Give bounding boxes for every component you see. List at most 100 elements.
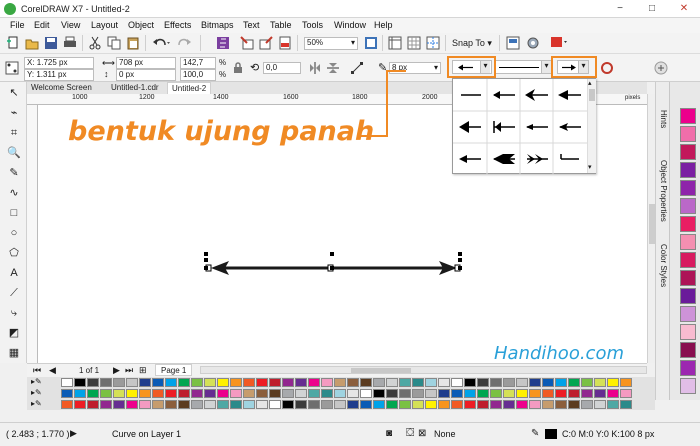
color-swatch[interactable] (113, 378, 125, 387)
export-icon[interactable] (259, 36, 273, 50)
quick-customize-icon[interactable] (654, 61, 668, 75)
canvas-horizontal-scrollbar[interactable] (200, 366, 647, 374)
color-swatch[interactable] (555, 378, 567, 387)
color-swatch[interactable] (680, 180, 696, 196)
color-swatch[interactable] (594, 378, 606, 387)
color-swatch[interactable] (680, 126, 696, 142)
last-page-icon[interactable]: ⏭ (125, 365, 133, 376)
scroll-thumb[interactable] (351, 368, 411, 373)
color-swatch[interactable] (425, 378, 437, 387)
transparency-tool-icon[interactable]: ▦ (7, 346, 21, 360)
color-swatch[interactable] (594, 400, 606, 409)
color-swatch[interactable] (373, 400, 385, 409)
color-swatch[interactable] (295, 378, 307, 387)
ellipse-tool-icon[interactable]: ○ (7, 226, 21, 240)
color-swatch[interactable] (191, 400, 203, 409)
color-swatch[interactable] (399, 400, 411, 409)
color-swatch[interactable] (295, 389, 307, 398)
menu-help[interactable]: Help (374, 20, 393, 30)
color-swatch[interactable] (529, 389, 541, 398)
color-swatch[interactable] (555, 400, 567, 409)
color-swatch[interactable] (126, 389, 138, 398)
color-swatch[interactable] (152, 389, 164, 398)
color-swatch[interactable] (412, 389, 424, 398)
color-swatch[interactable] (680, 270, 696, 286)
color-swatch[interactable] (477, 389, 489, 398)
color-swatch[interactable] (464, 378, 476, 387)
color-swatch[interactable] (217, 389, 229, 398)
color-swatch[interactable] (680, 342, 696, 358)
color-swatch[interactable] (165, 400, 177, 409)
color-swatch[interactable] (152, 400, 164, 409)
color-swatch[interactable] (542, 378, 554, 387)
scroll-up-icon[interactable]: ▴ (588, 79, 592, 87)
scale-height-field[interactable]: 100,0 (180, 69, 216, 81)
scale-width-field[interactable]: 142,7 (180, 57, 216, 69)
color-swatch[interactable] (87, 389, 99, 398)
color-swatch[interactable] (680, 234, 696, 250)
object-origin-icon[interactable] (5, 61, 19, 75)
snap-to-dropdown[interactable]: Snap To ▾ (452, 38, 492, 49)
menu-effects[interactable]: Effects (164, 20, 191, 30)
color-swatch[interactable] (386, 378, 398, 387)
crop-tool-icon[interactable]: ⌗ (7, 126, 21, 140)
tab-untitled-2[interactable]: Untitled-2 (167, 82, 212, 94)
color-swatch[interactable] (399, 389, 411, 398)
save-icon[interactable] (44, 36, 58, 50)
color-swatch[interactable] (581, 400, 593, 409)
color-swatch[interactable] (373, 389, 385, 398)
zoom-tool-icon[interactable]: 🔍 (7, 146, 21, 160)
new-document-icon[interactable] (6, 36, 20, 50)
color-swatch[interactable] (680, 216, 696, 232)
color-swatch[interactable] (477, 400, 489, 409)
color-swatch[interactable] (516, 400, 528, 409)
color-swatch[interactable] (620, 400, 632, 409)
color-swatch[interactable] (178, 389, 190, 398)
artistic-media-tool-icon[interactable]: ∿ (7, 186, 21, 200)
maximize-button[interactable]: □ (636, 0, 668, 18)
color-swatch[interactable] (204, 378, 216, 387)
tab-welcome-screen[interactable]: Welcome Screen (27, 82, 96, 94)
color-swatch[interactable] (308, 400, 320, 409)
color-swatch[interactable] (516, 389, 528, 398)
color-swatch[interactable] (61, 378, 73, 387)
selection-handles[interactable] (204, 252, 464, 286)
color-swatch[interactable] (360, 378, 372, 387)
menu-object[interactable]: Object (128, 20, 154, 30)
color-swatch[interactable] (680, 198, 696, 214)
color-swatch[interactable] (680, 378, 696, 394)
color-swatch[interactable] (269, 400, 281, 409)
play-icon[interactable]: ▶ (70, 428, 77, 439)
color-swatch[interactable] (243, 400, 255, 409)
text-tool-icon[interactable]: A (7, 266, 21, 280)
previous-page-icon[interactable]: ◀ (49, 365, 56, 376)
open-folder-icon[interactable] (25, 36, 39, 50)
color-swatch[interactable] (87, 400, 99, 409)
close-button[interactable]: ✕ (668, 0, 700, 18)
color-swatch[interactable] (269, 389, 281, 398)
parallel-dimension-tool-icon[interactable]: ⟋ (7, 286, 21, 300)
color-swatch[interactable] (243, 378, 255, 387)
color-swatch[interactable] (178, 378, 190, 387)
docker-tab-color-styles[interactable]: Color Styles (659, 244, 668, 287)
redo-icon[interactable] (176, 36, 196, 50)
color-swatch[interactable] (451, 378, 463, 387)
palette-menu-icon[interactable]: ▸✎ (31, 388, 42, 397)
rectangle-tool-icon[interactable]: □ (7, 206, 21, 220)
print-icon[interactable] (63, 36, 77, 50)
polygon-tool-icon[interactable]: ⬠ (7, 246, 21, 260)
show-guidelines-icon[interactable] (426, 36, 440, 50)
color-swatch[interactable] (61, 389, 73, 398)
publish-pdf-icon[interactable] (278, 36, 292, 50)
cut-icon[interactable] (88, 36, 102, 50)
color-swatch[interactable] (360, 400, 372, 409)
color-swatch[interactable] (594, 389, 606, 398)
menu-edit[interactable]: Edit (34, 20, 50, 30)
color-swatch[interactable] (347, 378, 359, 387)
color-swatch[interactable] (61, 400, 73, 409)
color-swatch[interactable] (542, 389, 554, 398)
color-swatch[interactable] (607, 400, 619, 409)
color-swatch[interactable] (620, 378, 632, 387)
shape-tool-icon[interactable]: ⌁ (7, 106, 21, 120)
color-swatch[interactable] (217, 378, 229, 387)
